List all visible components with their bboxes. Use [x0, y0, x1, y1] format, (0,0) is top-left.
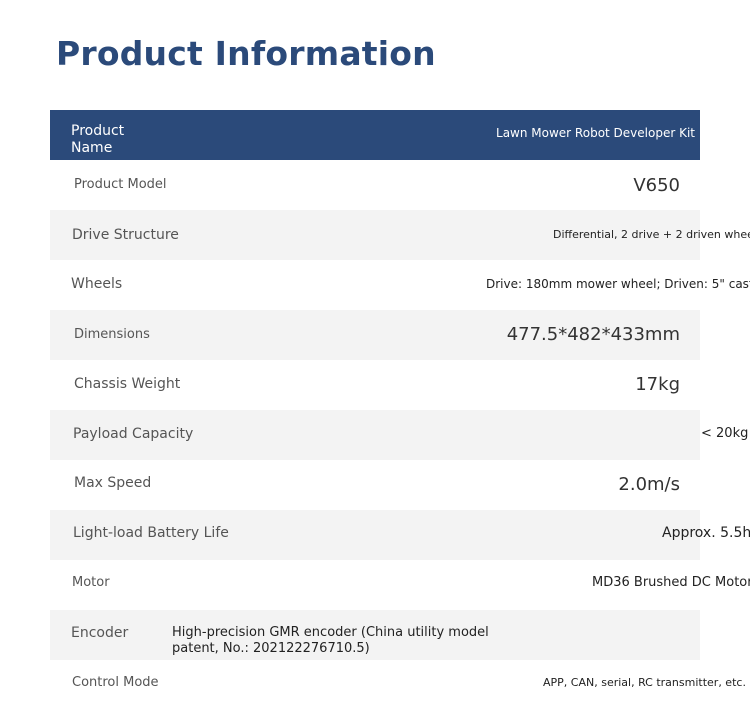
row-value: APP, CAN, serial, RC transmitter, etc.: [543, 676, 746, 689]
row-value: Approx. 5.5h: [662, 525, 750, 541]
row-value: Drive: 180mm mower wheel; Driven: 5" cas…: [486, 277, 750, 291]
product-name-value: Lawn Mower Robot Developer Kit: [496, 126, 695, 140]
table-row: Motor MD36 Brushed DC Motor: [50, 560, 750, 610]
row-label: Product Model: [74, 177, 167, 192]
row-value: 2.0m/s: [618, 474, 680, 495]
row-value: 477.5*482*433mm: [506, 324, 680, 345]
row-value: MD36 Brushed DC Motor: [592, 575, 750, 590]
row-label: Encoder: [71, 625, 129, 641]
table-row: Product Model V650: [50, 160, 700, 210]
table-row: Chassis Weight 17kg: [50, 360, 700, 410]
table-row: Wheels Drive: 180mm mower wheel; Driven:…: [50, 260, 750, 310]
table-row: Payload Capacity < 20kg: [50, 410, 748, 460]
product-name-label: Product Name: [71, 123, 125, 156]
table-row: Max Speed 2.0m/s: [50, 460, 700, 510]
row-label: Dimensions: [74, 327, 150, 342]
table-row: Drive Structure Differential, 2 drive + …: [50, 210, 750, 260]
row-value: Differential, 2 drive + 2 driven wheels: [553, 228, 750, 241]
row-label: Drive Structure: [72, 227, 179, 243]
row-value: < 20kg: [701, 426, 749, 441]
row-label: Payload Capacity: [73, 426, 194, 442]
row-value: High-precision GMR encoder (China utilit…: [172, 625, 489, 656]
row-label: Max Speed: [74, 475, 152, 491]
page-title: Product Information: [56, 34, 436, 73]
row-value: 17kg: [635, 374, 680, 395]
row-value: V650: [633, 175, 680, 196]
row-label: Light-load Battery Life: [73, 525, 229, 541]
row-label: Motor: [72, 575, 110, 590]
row-label: Wheels: [71, 276, 123, 292]
table-row: Encoder High-precision GMR encoder (Chin…: [50, 610, 700, 660]
table-row: Light-load Battery Life Approx. 5.5h: [50, 510, 750, 560]
row-label: Chassis Weight: [74, 376, 181, 392]
row-label: Control Mode: [72, 675, 159, 690]
table-row: Control Mode APP, CAN, serial, RC transm…: [50, 660, 746, 710]
table-header-row: Product Name Lawn Mower Robot Developer …: [50, 110, 700, 160]
table-row: Dimensions 477.5*482*433mm: [50, 310, 700, 360]
